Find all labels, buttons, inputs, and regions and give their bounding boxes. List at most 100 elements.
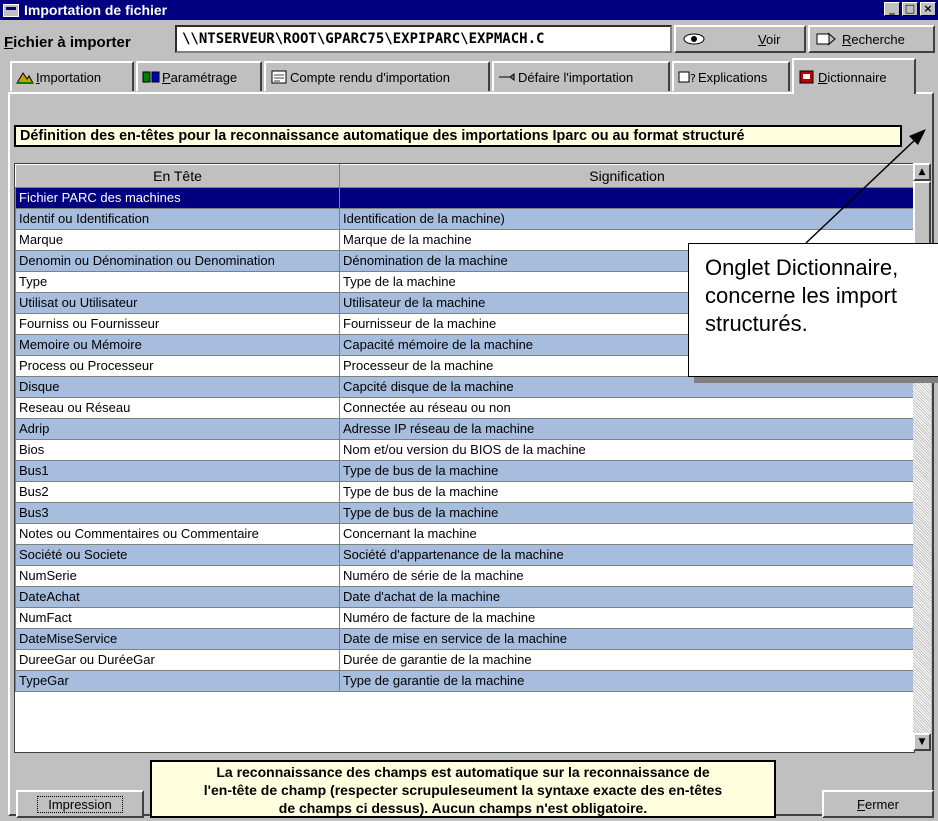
cell-en-tete[interactable]: DateAchat <box>15 586 340 608</box>
cell-en-tete[interactable]: DateMiseService <box>15 628 340 650</box>
tab-dictionnaire[interactable]: Dictionnaire <box>792 58 916 94</box>
table-row[interactable]: Reseau ou Réseau Connectée au réseau ou n… <box>15 397 914 419</box>
voir-button[interactable]: Voir <box>674 25 806 53</box>
cell-en-tete[interactable]: Denomin ou Dénomination ou Denomination <box>15 250 340 272</box>
table-row[interactable]: TypeGar Type de garantie de la machine <box>15 670 914 692</box>
tab-defaire[interactable]: Défaire l'importation <box>492 61 670 91</box>
minimize-button[interactable]: _ <box>884 2 900 16</box>
cell-en-tete[interactable]: Identif ou Identification <box>15 208 340 230</box>
table-row[interactable]: Société ou Societe Société d'appartenance… <box>15 544 914 566</box>
table-row[interactable]: NumFact Numéro de facture de la machine <box>15 607 914 629</box>
table-row[interactable]: Bus3 Type de bus de la machine <box>15 502 914 524</box>
mountain-icon <box>16 70 34 84</box>
tab-importation[interactable]: Importation <box>10 61 134 91</box>
window-title: Importation de fichier <box>24 2 168 18</box>
cell-en-tete[interactable]: Notes ou Commentaires ou Commentaire <box>15 523 340 545</box>
tab-label: Paramétrage <box>162 69 238 85</box>
window-icon <box>3 3 19 17</box>
info-box: La reconnaissance des champs est automat… <box>150 760 776 818</box>
maximize-button[interactable]: □ <box>902 2 918 16</box>
table-row[interactable]: Identif ou Identification Identification … <box>15 208 914 230</box>
cell-signification[interactable] <box>339 187 914 209</box>
table-row[interactable]: Bios Nom et/ou version du BIOS de la mach… <box>15 439 914 461</box>
tab-compte-rendu[interactable]: Compte rendu d'importation <box>264 61 490 91</box>
tab-label: Importation <box>36 69 102 85</box>
cell-signification[interactable]: Type de bus de la machine <box>339 502 914 524</box>
table-row[interactable]: Adrip Adresse IP réseau de la machine <box>15 418 914 440</box>
cell-en-tete[interactable]: Bios <box>15 439 340 461</box>
voir-label: Voir <box>758 31 781 47</box>
table-row[interactable]: DateMiseService Date de mise en service d… <box>15 628 914 650</box>
impression-label: Impression <box>37 795 123 813</box>
cell-en-tete[interactable]: Bus3 <box>15 502 340 524</box>
table-row[interactable]: Disque Capcité disque de la machine <box>15 376 914 398</box>
column-header-signification[interactable]: Signification <box>339 164 914 188</box>
cell-signification[interactable]: Durée de garantie de la machine <box>339 649 914 671</box>
cell-en-tete[interactable]: Disque <box>15 376 340 398</box>
table-row[interactable]: Notes ou Commentaires ou Commentaire Conc… <box>15 523 914 545</box>
cell-en-tete[interactable]: Type <box>15 271 340 293</box>
file-label: Fichier à importer <box>4 34 131 51</box>
callout-line-2: concerne les import <box>705 283 897 308</box>
cell-signification[interactable]: Concernant la machine <box>339 523 914 545</box>
settings-icon <box>142 70 160 84</box>
cell-signification[interactable]: Connectée au réseau ou non <box>339 397 914 419</box>
scroll-down-button[interactable]: ▼ <box>913 733 931 751</box>
tab-label: Explications <box>698 69 768 85</box>
close-button[interactable]: × <box>920 2 936 16</box>
cell-signification[interactable]: Type de bus de la machine <box>339 460 914 482</box>
cell-signification[interactable]: Capcité disque de la machine <box>339 376 914 398</box>
cell-signification[interactable]: Numéro de série de la machine <box>339 565 914 587</box>
tab-label: Défaire l'importation <box>518 69 634 85</box>
cell-signification[interactable]: Numéro de facture de la machine <box>339 607 914 629</box>
fermer-button[interactable]: Fermer <box>822 790 934 818</box>
cell-en-tete[interactable]: Fourniss ou Fournisseur <box>15 313 340 335</box>
definition-header: Définition des en-têtes pour la reconnai… <box>14 125 902 147</box>
cell-en-tete[interactable]: Memoire ou Mémoire <box>15 334 340 356</box>
table-row[interactable]: NumSerie Numéro de série de la machine <box>15 565 914 587</box>
import-window: Importation de fichier _ □ × Fichier à i… <box>0 0 938 821</box>
svg-text:?: ? <box>690 72 696 84</box>
table-row[interactable]: Bus2 Type de bus de la machine <box>15 481 914 503</box>
column-header-en-tete[interactable]: En Tête <box>15 164 340 188</box>
callout-box: Onglet Dictionnaire, concerne les import… <box>688 243 938 377</box>
cell-en-tete[interactable]: Société ou Societe <box>15 544 340 566</box>
cell-signification[interactable]: Type de garantie de la machine <box>339 670 914 692</box>
cell-en-tete[interactable]: Adrip <box>15 418 340 440</box>
cell-signification[interactable]: Identification de la machine) <box>339 208 914 230</box>
cell-en-tete[interactable]: Reseau ou Réseau <box>15 397 340 419</box>
cell-en-tete[interactable]: DureeGar ou DuréeGar <box>15 649 340 671</box>
undo-icon <box>498 70 516 84</box>
cell-en-tete[interactable]: Fichier PARC des machines <box>15 187 340 209</box>
cell-en-tete[interactable]: Bus1 <box>15 460 340 482</box>
table-row[interactable]: Bus1 Type de bus de la machine <box>15 460 914 482</box>
cell-signification[interactable]: Société d'appartenance de la machine <box>339 544 914 566</box>
cell-signification[interactable]: Nom et/ou version du BIOS de la machine <box>339 439 914 461</box>
tab-label: Compte rendu d'importation <box>290 69 451 85</box>
help-icon: ? <box>678 70 696 85</box>
table-row[interactable]: DureeGar ou DuréeGar Durée de garantie de… <box>15 649 914 671</box>
title-bar[interactable]: Importation de fichier _ □ × <box>0 0 938 20</box>
cell-signification[interactable]: Adresse IP réseau de la machine <box>339 418 914 440</box>
eye-icon <box>682 32 706 46</box>
tab-label: Dictionnaire <box>818 69 887 85</box>
cell-en-tete[interactable]: Utilisat ou Utilisateur <box>15 292 340 314</box>
table-row[interactable]: DateAchat Date d'achat de la machine <box>15 586 914 608</box>
tab-parametrage[interactable]: Paramétrage <box>136 61 262 91</box>
table-row[interactable]: Fichier PARC des machines <box>15 187 914 209</box>
scroll-up-button[interactable]: ▲ <box>913 163 931 181</box>
cell-en-tete[interactable]: TypeGar <box>15 670 340 692</box>
cell-en-tete[interactable]: Process ou Processeur <box>15 355 340 377</box>
file-path-input[interactable]: \\NTSERVEUR\ROOT\GPARC75\EXPIPARC\EXPMAC… <box>175 25 672 53</box>
impression-button[interactable]: Impression <box>16 790 144 818</box>
tab-explications[interactable]: ? Explications <box>672 61 790 91</box>
cell-en-tete[interactable]: Bus2 <box>15 481 340 503</box>
cell-signification[interactable]: Date de mise en service de la machine <box>339 628 914 650</box>
cell-en-tete[interactable]: NumFact <box>15 607 340 629</box>
cell-en-tete[interactable]: NumSerie <box>15 565 340 587</box>
cell-en-tete[interactable]: Marque <box>15 229 340 251</box>
cell-signification[interactable]: Type de bus de la machine <box>339 481 914 503</box>
cell-signification[interactable]: Date d'achat de la machine <box>339 586 914 608</box>
dictionary-icon <box>798 70 816 84</box>
recherche-button[interactable]: Recherche <box>808 25 935 53</box>
